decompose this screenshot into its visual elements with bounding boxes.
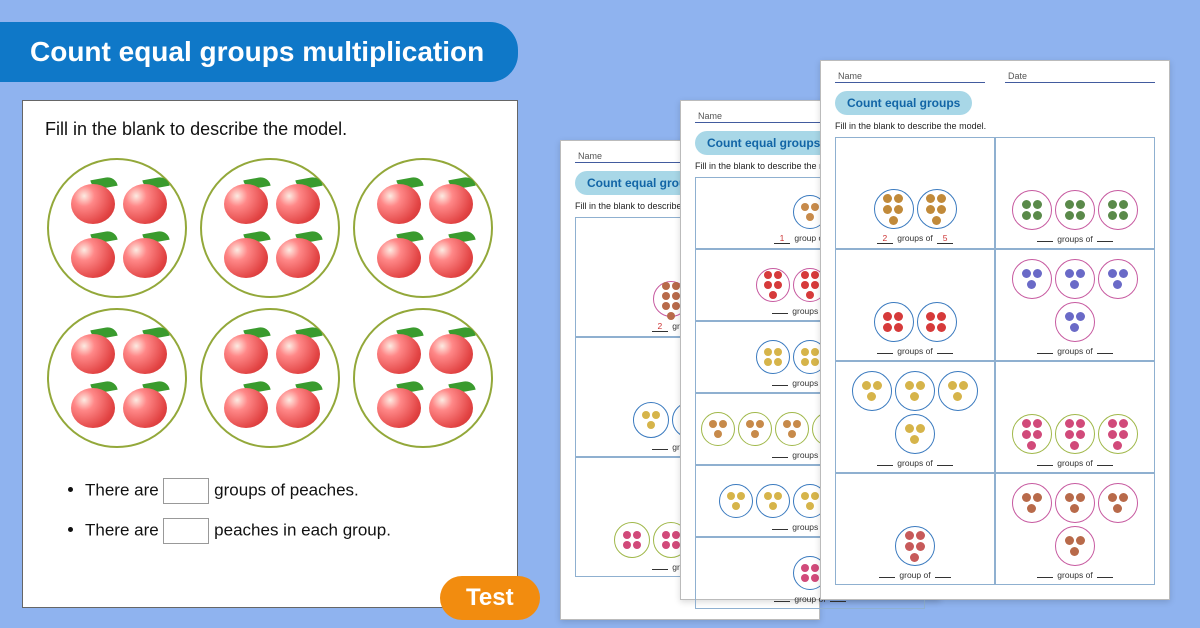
peach-icon — [222, 326, 270, 374]
peach-group-circle — [200, 158, 340, 298]
peach-icon — [427, 176, 475, 224]
worksheet-caption: groups of — [1035, 570, 1115, 580]
peach-icon — [375, 230, 423, 278]
fill-in-list: There are groups of peaches. There are p… — [45, 478, 495, 544]
mini-groups-icon — [1012, 190, 1138, 230]
peach-icon — [274, 176, 322, 224]
peach-icon — [121, 326, 169, 374]
mini-groups-icon — [1000, 259, 1150, 342]
date-field-label: Date — [1005, 71, 1155, 83]
worksheet-problem-cell: groups of — [835, 249, 995, 361]
peach-icon — [274, 380, 322, 428]
worksheet-caption: groups of — [1035, 234, 1115, 244]
peach-group-circle — [353, 308, 493, 448]
worksheet-problem-cell: 2 groups of 5 — [835, 137, 995, 249]
fill-line-2: There are peaches in each group. — [85, 518, 495, 544]
worksheet-caption: 2 groups of 5 — [875, 233, 955, 244]
blank-input-per-group[interactable] — [163, 518, 209, 544]
worksheet-problem-cell: groups of — [835, 361, 995, 473]
peach-icon — [427, 326, 475, 374]
peach-icon — [375, 176, 423, 224]
worksheet-problem-cell: groups of — [995, 473, 1155, 585]
peach-group-circle — [200, 308, 340, 448]
worksheet-problem-cell: groups of — [995, 249, 1155, 361]
peach-icon — [274, 326, 322, 374]
worksheet-caption: groups of — [1035, 458, 1115, 468]
peach-icon — [375, 380, 423, 428]
mini-groups-icon — [840, 371, 990, 454]
peach-icon — [69, 326, 117, 374]
peach-icon — [427, 380, 475, 428]
peach-icon — [375, 326, 423, 374]
peach-icon — [222, 230, 270, 278]
peach-icon — [121, 230, 169, 278]
peach-icon — [121, 380, 169, 428]
test-badge: Test — [440, 576, 540, 620]
mini-groups-icon — [1000, 483, 1150, 566]
fill-line-1: There are groups of peaches. — [85, 478, 495, 504]
peach-icon — [222, 380, 270, 428]
peach-icon — [222, 176, 270, 224]
worksheet-caption: groups of — [875, 346, 955, 356]
worksheet-problem-cell: group of — [835, 473, 995, 585]
worksheet-instruction: Fill in the blank to describe the model. — [835, 121, 1155, 131]
peach-group-circle — [47, 158, 187, 298]
peach-group-circle — [47, 308, 187, 448]
peach-group-circle — [353, 158, 493, 298]
name-field-label: Name — [835, 71, 985, 83]
peach-icon — [69, 230, 117, 278]
worksheet-caption: groups of — [1035, 346, 1115, 356]
worksheet-title: Count equal groups — [695, 131, 832, 155]
peach-icon — [427, 230, 475, 278]
test-panel: Fill in the blank to describe the model.… — [22, 100, 518, 608]
peach-icon — [274, 230, 322, 278]
worksheet-problem-cell: groups of — [995, 137, 1155, 249]
mini-groups-icon — [895, 526, 935, 566]
mini-groups-icon — [874, 302, 957, 342]
page-title: Count equal groups multiplication — [0, 22, 518, 82]
test-instruction: Fill in the blank to describe the model. — [45, 119, 495, 140]
peach-icon — [121, 176, 169, 224]
mini-groups-icon — [1012, 414, 1138, 454]
worksheet-grid: 2 groups of 5 groups of groups of groups… — [835, 137, 1155, 585]
worksheet-caption: groups of — [875, 458, 955, 468]
worksheet-page-front: Name Date Count equal groups Fill in the… — [820, 60, 1170, 600]
peach-groups — [45, 158, 495, 448]
mini-groups-icon — [874, 189, 957, 229]
peach-icon — [69, 176, 117, 224]
worksheet-stack: Name Count equal groups Fill in the blan… — [560, 60, 1180, 620]
worksheet-problem-cell: groups of — [995, 361, 1155, 473]
worksheet-title: Count equal groups — [835, 91, 972, 115]
peach-icon — [69, 380, 117, 428]
blank-input-groups[interactable] — [163, 478, 209, 504]
worksheet-caption: group of — [877, 570, 953, 580]
